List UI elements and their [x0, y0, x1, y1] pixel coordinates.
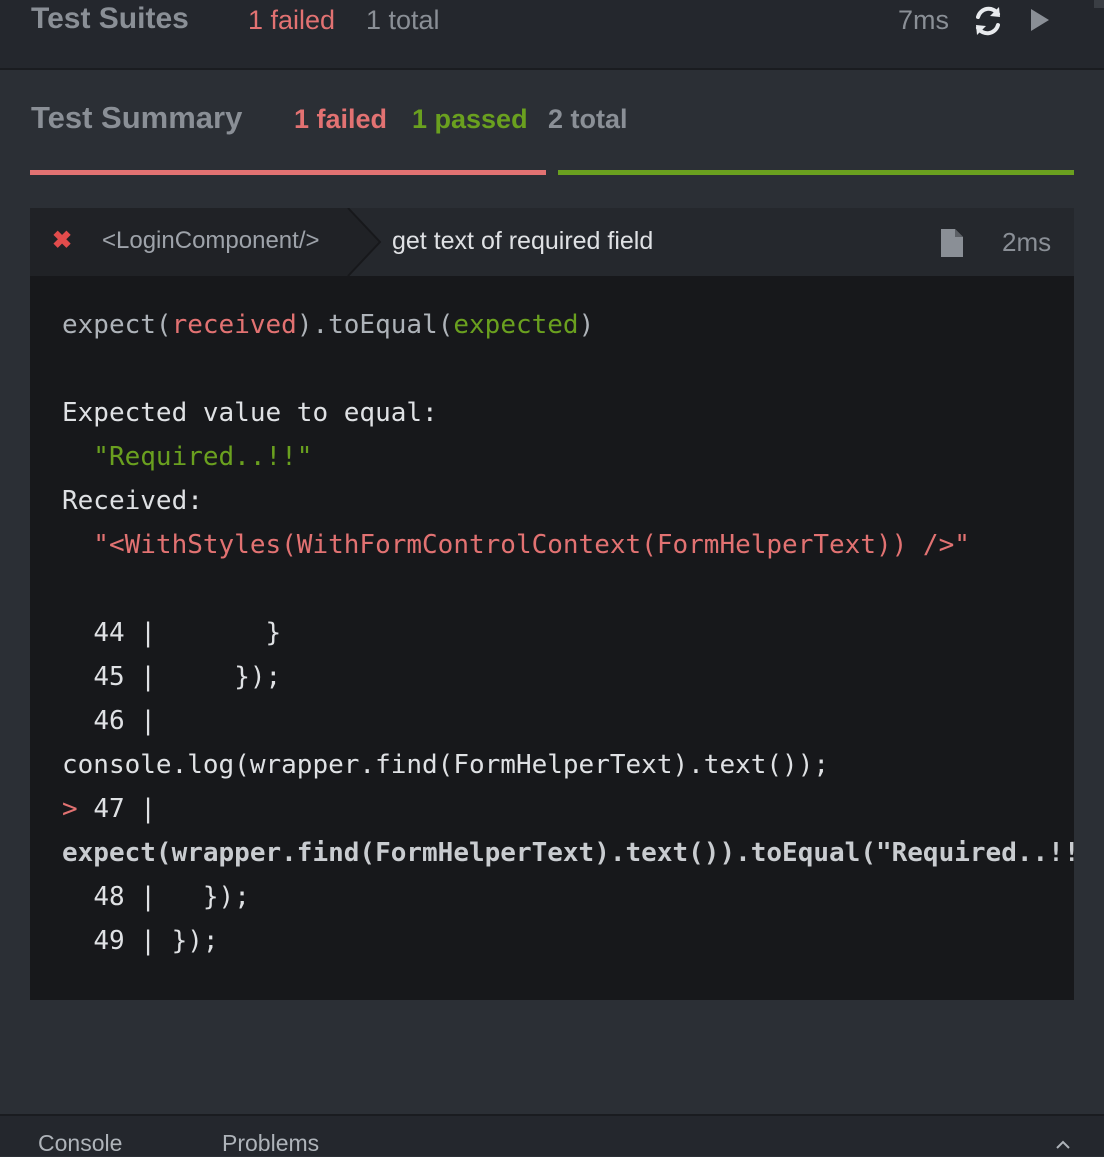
code-line-highlighted: > 47 |: [62, 787, 156, 831]
close-icon: ✖: [52, 227, 73, 254]
summary-failed-count: 1 failed: [294, 104, 388, 134]
line-code: | });: [124, 882, 250, 912]
scrollbar[interactable]: [1094, 0, 1104, 8]
chevron-up-icon[interactable]: [1055, 1138, 1071, 1150]
line-number: 48: [93, 882, 125, 912]
summary-total-count: 2 total: [548, 104, 628, 134]
expected-label: Expected value to equal:: [62, 398, 438, 428]
line-prefix: [62, 926, 93, 956]
suites-failed-count: 1 failed: [248, 5, 336, 35]
line-number: 45: [93, 662, 125, 692]
line-number: 47: [93, 794, 125, 824]
line-prefix: [62, 882, 93, 912]
received-word: received: [171, 310, 297, 340]
test-header[interactable]: ✖ <LoginComponent/> get text of required…: [30, 208, 1074, 276]
line-number: 44: [93, 618, 125, 648]
failed-progress-bar: [30, 170, 546, 175]
breadcrumb: ✖ <LoginComponent/>: [30, 208, 394, 276]
line-prefix: [62, 662, 93, 692]
line-code: | });: [124, 926, 219, 956]
passed-progress-bar: [558, 170, 1074, 175]
code-line: 45 | });: [62, 655, 281, 699]
refresh-icon[interactable]: [972, 5, 1004, 37]
expected-word: expected: [453, 310, 579, 340]
line-prefix: [62, 618, 93, 648]
test-summary-title: Test Summary: [31, 100, 243, 135]
line-code: |: [124, 794, 156, 824]
line-number: 49: [93, 926, 125, 956]
code-line-highlighted: expect(wrapper.find(FormHelperText).text…: [62, 831, 1074, 875]
suites-time: 7ms: [898, 5, 950, 35]
failed-test-panel: ✖ <LoginComponent/> get text of required…: [30, 208, 1074, 1000]
file-icon[interactable]: [939, 227, 965, 259]
bottom-panel-bar: Console Problems: [0, 1114, 1104, 1156]
line-code: | });: [124, 662, 282, 692]
matcher-line: expect(received).toEqual(expected): [62, 303, 594, 347]
received-label: Received:: [62, 486, 203, 516]
tab-problems[interactable]: Problems: [222, 1130, 319, 1157]
test-duration: 2ms: [1002, 227, 1052, 257]
play-icon[interactable]: [1029, 8, 1051, 32]
summary-passed-count: 1 passed: [412, 104, 528, 134]
to-equal-fn: ).toEqual(: [296, 310, 454, 340]
code-line: console.log(wrapper.find(FormHelperText)…: [62, 743, 829, 787]
component-name: <LoginComponent/>: [102, 227, 320, 254]
expected-value: "Required..!!": [62, 442, 313, 472]
code-line: 44 | }: [62, 611, 281, 655]
line-prefix: [62, 706, 93, 736]
test-suites-title: Test Suites: [31, 2, 189, 35]
close-paren: ): [578, 310, 595, 340]
line-marker: >: [62, 794, 94, 824]
line-number: 46: [93, 706, 125, 736]
code-line: 46 |: [62, 699, 156, 743]
code-line: 49 | });: [62, 919, 219, 963]
test-suites-bar: Test Suites 1 failed 1 total 7ms: [0, 0, 1104, 70]
test-name: get text of required field: [392, 227, 654, 255]
suites-total-count: 1 total: [366, 5, 440, 35]
tab-console[interactable]: Console: [38, 1130, 122, 1157]
received-value: "<WithStyles(WithFormControlContext(Form…: [62, 530, 970, 560]
error-output: expect(received).toEqual(expected) Expec…: [62, 303, 1074, 983]
line-code: expect(wrapper.find(FormHelperText).text…: [62, 838, 1074, 868]
line-code: | }: [124, 618, 282, 648]
line-code: |: [124, 706, 156, 736]
expect-fn: expect(: [62, 310, 172, 340]
code-line: 48 | });: [62, 875, 250, 919]
line-code: console.log(wrapper.find(FormHelperText)…: [62, 750, 830, 780]
